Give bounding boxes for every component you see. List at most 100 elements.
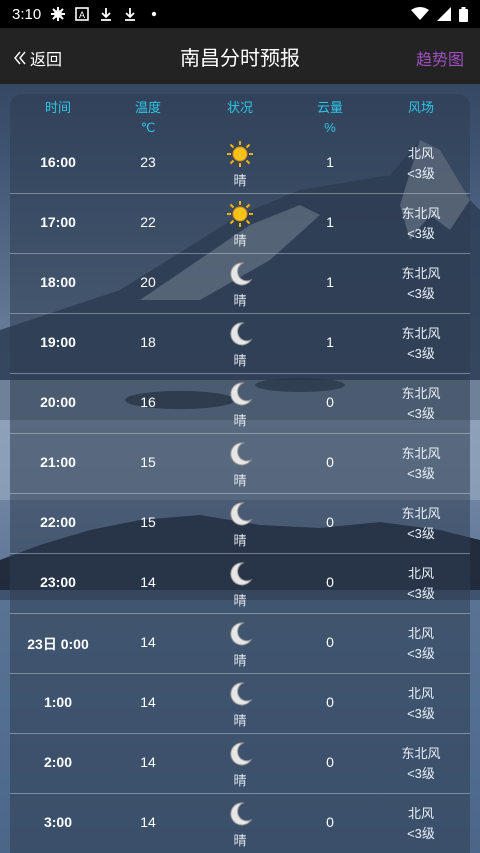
row-temperature: 15: [140, 454, 156, 470]
row-temperature: 14: [140, 754, 156, 770]
row-wind: 北风 <3级: [372, 624, 470, 664]
dot-icon: [152, 11, 157, 17]
row-cloud-cover: 1: [326, 274, 334, 290]
moon-icon: [230, 562, 253, 586]
forecast-row: 22:00 15 晴 0 东北风 <3级: [10, 494, 470, 554]
moon-icon: [230, 262, 253, 286]
row-cloud-cover: 0: [326, 514, 334, 530]
column-header-wind: 风场: [407, 100, 434, 115]
row-time: 2:00: [43, 754, 73, 770]
moon-icon: [230, 622, 253, 646]
row-cloud-cover: 0: [326, 634, 334, 650]
row-condition: 晴: [200, 200, 280, 249]
row-wind: 东北风 <3级: [372, 324, 470, 364]
battery-icon: [459, 6, 468, 22]
row-condition-text: 晴: [233, 293, 247, 308]
row-condition-text: 晴: [233, 533, 247, 548]
page-title: 南昌分时预报: [180, 48, 300, 70]
row-cloud-cover: 1: [326, 334, 334, 350]
row-temperature: 18: [140, 334, 156, 350]
row-wind: 东北风 <3级: [372, 744, 470, 784]
row-condition-text: 晴: [233, 233, 247, 248]
row-wind-level: <3级: [407, 286, 435, 301]
row-temperature: 15: [140, 514, 156, 530]
row-condition-text: 晴: [233, 653, 247, 668]
row-temperature: 14: [140, 574, 156, 590]
row-condition: 晴: [200, 380, 280, 429]
row-wind: 北风 <3级: [372, 564, 470, 604]
row-wind-level: <3级: [407, 406, 435, 421]
row-time: 16:00: [40, 154, 76, 170]
row-wind-direction: 东北风: [401, 386, 441, 401]
row-wind-direction: 北风: [407, 806, 434, 821]
forecast-row: 3:00 14 晴 0 北风 <3级: [10, 794, 470, 853]
forecast-row: 17:00 22 晴 1 东北风 <3级: [10, 194, 470, 254]
row-condition: 晴: [200, 320, 280, 369]
moon-icon: [230, 382, 253, 406]
moon-icon: [230, 682, 253, 706]
row-time: 20:00: [40, 394, 76, 410]
row-condition: 晴: [200, 260, 280, 309]
row-time: 18:00: [40, 274, 76, 290]
row-wind-direction: 北风: [407, 686, 434, 701]
row-cloud-cover: 0: [326, 574, 334, 590]
row-temperature: 23: [140, 154, 156, 170]
row-condition-text: 晴: [233, 833, 247, 848]
row-wind: 东北风 <3级: [372, 384, 470, 424]
row-condition: 晴: [200, 800, 280, 849]
moon-icon: [230, 442, 253, 466]
forecast-row: 23日 0:00 14 晴 0 北风 <3级: [10, 614, 470, 674]
row-wind-level: <3级: [407, 346, 435, 361]
row-condition-text: 晴: [233, 413, 247, 428]
row-wind-direction: 东北风: [401, 746, 441, 761]
wifi-icon: [411, 7, 429, 20]
row-wind-direction: 东北风: [401, 206, 441, 221]
row-wind-direction: 东北风: [401, 446, 441, 461]
row-wind-direction: 北风: [407, 146, 434, 161]
row-wind-direction: 东北风: [401, 326, 441, 341]
row-wind: 北风 <3级: [372, 804, 470, 844]
row-wind: 北风 <3级: [372, 684, 470, 724]
row-cloud-cover: 0: [326, 754, 334, 770]
forecast-row: 19:00 18 晴 1 东北风 <3级: [10, 314, 470, 374]
row-wind-level: <3级: [407, 466, 435, 481]
row-wind-level: <3级: [407, 526, 435, 541]
row-condition-text: 晴: [233, 773, 247, 788]
trend-chart-button[interactable]: 趋势图: [416, 46, 464, 70]
moon-icon: [230, 742, 253, 766]
row-temperature: 14: [140, 814, 156, 830]
sun-icon: [227, 201, 253, 227]
row-wind-level: <3级: [407, 646, 435, 661]
row-wind-level: <3级: [407, 706, 435, 721]
row-wind-level: <3级: [407, 826, 435, 841]
row-wind: 东北风 <3级: [372, 204, 470, 244]
forecast-row: 1:00 14 晴 0 北风 <3级: [10, 674, 470, 734]
row-condition-text: 晴: [233, 353, 247, 368]
row-wind-level: <3级: [407, 166, 435, 181]
row-temperature: 22: [140, 214, 156, 230]
row-wind-direction: 东北风: [401, 506, 441, 521]
row-wind-level: <3级: [407, 766, 435, 781]
a-box-icon: A: [75, 7, 90, 21]
forecast-row: 20:00 16 晴 0 东北风 <3级: [10, 374, 470, 434]
row-time: 1:00: [43, 694, 73, 710]
row-cloud-cover: 0: [326, 814, 334, 830]
row-cloud-cover: 1: [326, 154, 334, 170]
row-cloud-cover: 0: [326, 694, 334, 710]
column-header-time: 时间: [44, 100, 71, 115]
row-wind: 北风 <3级: [372, 144, 470, 184]
row-wind-level: <3级: [407, 226, 435, 241]
hourly-forecast-panel[interactable]: 时间 温度 ℃ 状况 云量 % 风场 16:00 23 晴 1 北风 <3级 17:00 22…: [10, 94, 470, 853]
forecast-row: 23:00 14 晴 0 北风 <3级: [10, 554, 470, 614]
signal-icon: [437, 7, 451, 21]
svg-text:A: A: [79, 10, 85, 20]
row-time: 19:00: [40, 334, 76, 350]
row-wind-level: <3级: [407, 586, 435, 601]
row-condition: 晴: [200, 680, 280, 729]
forecast-row: 21:00 15 晴 0 东北风 <3级: [10, 434, 470, 494]
column-header-temp: 温度: [134, 100, 161, 115]
row-condition-text: 晴: [233, 473, 247, 488]
moon-icon: [230, 322, 253, 346]
forecast-row: 2:00 14 晴 0 东北风 <3级: [10, 734, 470, 794]
status-bar: 3:10 A: [0, 0, 480, 28]
